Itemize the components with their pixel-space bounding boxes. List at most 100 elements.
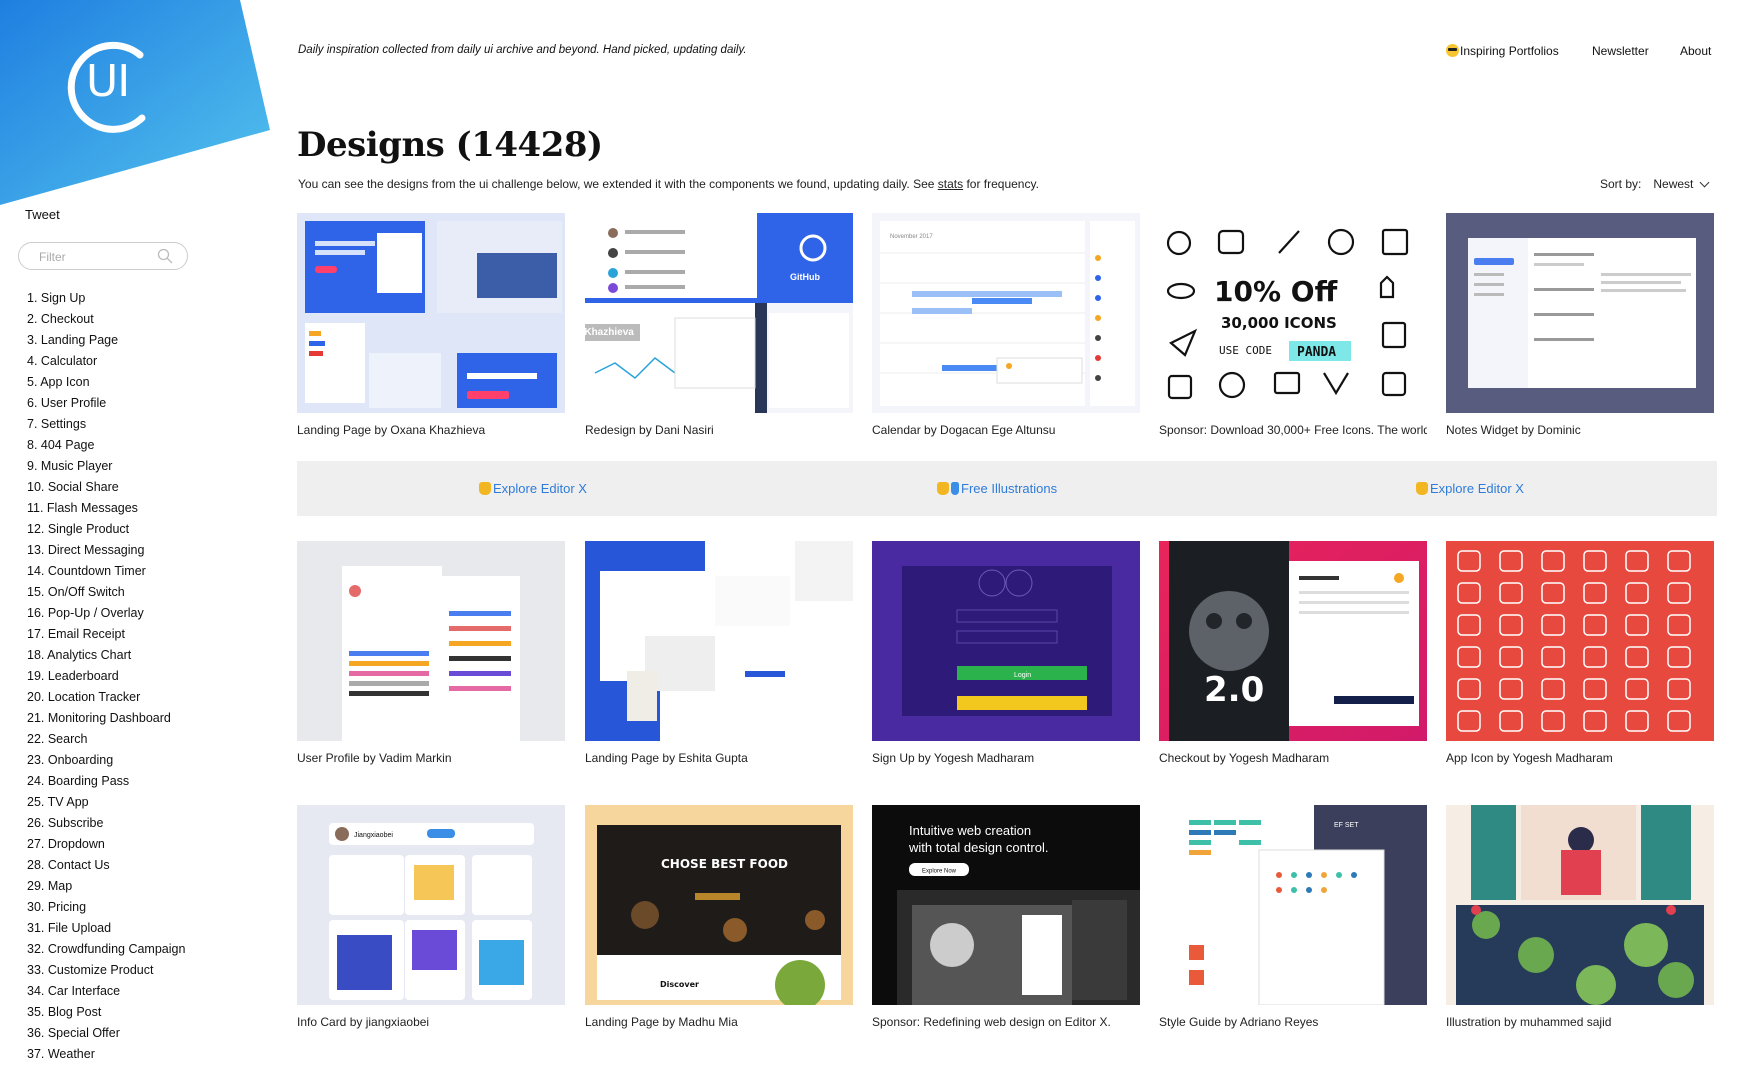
sidebar-item[interactable]: 17. Email Receipt [27, 624, 185, 645]
sort-value[interactable]: Newest [1653, 177, 1693, 191]
design-card[interactable]: User Profile by Vadim Markin [297, 541, 565, 765]
sidebar-item[interactable]: 22. Search [27, 729, 185, 750]
sort-control[interactable]: Sort by: Newest [1600, 177, 1710, 191]
design-caption[interactable]: Checkout by Yogesh Madharam [1159, 751, 1427, 765]
sidebar-item[interactable]: 5. App Icon [27, 372, 185, 393]
design-caption[interactable]: Sign Up by Yogesh Madharam [872, 751, 1140, 765]
sponsor-thumbnail[interactable]: Intuitive web creation with total design… [872, 805, 1140, 1005]
sidebar-item[interactable]: 10. Social Share [27, 477, 185, 498]
hand-emoji-icon [479, 482, 491, 495]
site-logo[interactable]: UI [0, 0, 270, 205]
design-caption[interactable]: Info Card by jiangxiaobei [297, 1015, 565, 1029]
design-caption[interactable]: Calendar by Dogacan Ege Altunsu [872, 423, 1140, 437]
design-card[interactable]: Notes Widget by Dominic [1446, 213, 1714, 437]
search-icon[interactable] [157, 248, 173, 264]
design-card[interactable]: Landing Page by Oxana Khazhieva [297, 213, 565, 437]
design-caption[interactable]: App Icon by Yogesh Madharam [1446, 751, 1714, 765]
design-caption[interactable]: Redesign by Dani Nasiri [585, 423, 853, 437]
nav-about[interactable]: About [1680, 44, 1711, 58]
sponsor-cta[interactable]: Explore Now [922, 869, 957, 875]
sidebar-item[interactable]: 3. Landing Page [27, 330, 185, 351]
promo-link-illustrations[interactable]: Free Illustrations [937, 481, 1057, 496]
sidebar-item[interactable]: 29. Map [27, 876, 185, 897]
design-thumbnail[interactable]: Login [872, 541, 1140, 741]
sidebar-item[interactable]: 4. Calculator [27, 351, 185, 372]
design-thumbnail[interactable]: 2.0 [1159, 541, 1427, 741]
sidebar-item[interactable]: 28. Contact Us [27, 855, 185, 876]
design-thumbnail[interactable] [1446, 213, 1714, 413]
sidebar-item[interactable]: 35. Blog Post [27, 1002, 185, 1023]
sidebar-item[interactable]: 31. File Upload [27, 918, 185, 939]
chevron-down-icon[interactable] [1699, 177, 1710, 188]
design-thumbnail[interactable] [1446, 541, 1714, 741]
sidebar-item[interactable]: 15. On/Off Switch [27, 582, 185, 603]
design-card[interactable]: Jiangxiaobei Info Card by jiangxiaobei [297, 805, 565, 1029]
sponsor-card[interactable]: 10% Off 30,000 ICONS USE CODE PANDA Spon… [1159, 213, 1427, 437]
design-caption[interactable]: Sponsor: Download 30,000+ Free Icons. Th… [1159, 423, 1427, 437]
sidebar-item[interactable]: 25. TV App [27, 792, 185, 813]
sidebar-item[interactable]: 6. User Profile [27, 393, 185, 414]
sidebar-item[interactable]: 20. Location Tracker [27, 687, 185, 708]
nav-inspiring-portfolios[interactable]: Inspiring Portfolios [1446, 44, 1559, 58]
design-caption[interactable]: Sponsor: Redefining web design on Editor… [872, 1015, 1140, 1029]
design-thumbnail[interactable] [297, 541, 565, 741]
design-thumbnail[interactable] [585, 541, 853, 741]
design-caption[interactable]: Landing Page by Eshita Gupta [585, 751, 853, 765]
sidebar-item[interactable]: 16. Pop-Up / Overlay [27, 603, 185, 624]
sidebar-item[interactable]: 27. Dropdown [27, 834, 185, 855]
sidebar-item[interactable]: 33. Customize Product [27, 960, 185, 981]
filter-field[interactable] [18, 242, 188, 270]
design-caption[interactable]: Landing Page by Oxana Khazhieva [297, 423, 565, 437]
design-card[interactable]: GitHub Oxana Khazhieva Redesign by Dani … [585, 213, 853, 437]
sidebar-item[interactable]: 11. Flash Messages [27, 498, 185, 519]
sidebar-item[interactable]: 14. Countdown Timer [27, 561, 185, 582]
filter-input[interactable] [37, 249, 156, 265]
design-thumbnail[interactable]: CHOSE BEST FOOD Discover [585, 805, 853, 1005]
sidebar-item[interactable]: 1. Sign Up [27, 288, 185, 309]
sidebar-item[interactable]: 32. Crowdfunding Campaign [27, 939, 185, 960]
intro-text: You can see the designs from the ui chal… [298, 177, 1039, 191]
design-card[interactable]: Login Sign Up by Yogesh Madharam [872, 541, 1140, 765]
design-card[interactable]: 2.0 Checkout by Yogesh Madharam [1159, 541, 1427, 765]
nav-newsletter[interactable]: Newsletter [1592, 44, 1649, 58]
design-thumbnail[interactable] [297, 213, 565, 413]
design-thumbnail[interactable]: November 2017 [872, 213, 1140, 413]
sidebar-item[interactable]: 7. Settings [27, 414, 185, 435]
sponsor-code-label: USE CODE [1219, 344, 1272, 357]
sidebar-item[interactable]: 9. Music Player [27, 456, 185, 477]
sidebar-item[interactable]: 12. Single Product [27, 519, 185, 540]
sidebar-item[interactable]: 24. Boarding Pass [27, 771, 185, 792]
promo-link-editor-x[interactable]: Explore Editor X [1416, 481, 1524, 496]
design-card[interactable]: November 2017 Calendar by Dogacan Ege Al… [872, 213, 1140, 437]
sidebar-item[interactable]: 21. Monitoring Dashboard [27, 708, 185, 729]
sidebar-item[interactable]: 26. Subscribe [27, 813, 185, 834]
design-caption[interactable]: User Profile by Vadim Markin [297, 751, 565, 765]
design-card[interactable]: App Icon by Yogesh Madharam [1446, 541, 1714, 765]
sponsor-thumbnail[interactable]: 10% Off 30,000 ICONS USE CODE PANDA [1159, 213, 1427, 413]
design-card[interactable]: EF SET Style Guide by Adriano Reyes [1159, 805, 1427, 1029]
design-card[interactable]: Illustration by muhammed sajid [1446, 805, 1714, 1029]
design-thumbnail[interactable]: Jiangxiaobei [297, 805, 565, 1005]
sidebar-item[interactable]: 13. Direct Messaging [27, 540, 185, 561]
sponsor-card[interactable]: Intuitive web creation with total design… [872, 805, 1140, 1029]
stats-link[interactable]: stats [938, 177, 963, 191]
design-thumbnail[interactable] [1446, 805, 1714, 1005]
design-thumbnail[interactable]: EF SET [1159, 805, 1427, 1005]
sidebar-item[interactable]: 36. Special Offer [27, 1023, 185, 1044]
design-card[interactable]: Landing Page by Eshita Gupta [585, 541, 853, 765]
design-caption[interactable]: Notes Widget by Dominic [1446, 423, 1714, 437]
sidebar-item[interactable]: 19. Leaderboard [27, 666, 185, 687]
sidebar-item[interactable]: 2. Checkout [27, 309, 185, 330]
promo-link-editor-x[interactable]: Explore Editor X [479, 481, 587, 496]
design-card[interactable]: CHOSE BEST FOOD Discover Landing Page by… [585, 805, 853, 1029]
design-caption[interactable]: Illustration by muhammed sajid [1446, 1015, 1714, 1029]
sidebar-item[interactable]: 8. 404 Page [27, 435, 185, 456]
sidebar-item[interactable]: 18. Analytics Chart [27, 645, 185, 666]
design-caption[interactable]: Landing Page by Madhu Mia [585, 1015, 853, 1029]
design-caption[interactable]: Style Guide by Adriano Reyes [1159, 1015, 1427, 1029]
sidebar-item[interactable]: 30. Pricing [27, 897, 185, 918]
tweet-link[interactable]: Tweet [25, 207, 60, 222]
sidebar-item[interactable]: 23. Onboarding [27, 750, 185, 771]
design-thumbnail[interactable]: GitHub Oxana Khazhieva [585, 213, 853, 413]
sidebar-item[interactable]: 34. Car Interface [27, 981, 185, 1002]
